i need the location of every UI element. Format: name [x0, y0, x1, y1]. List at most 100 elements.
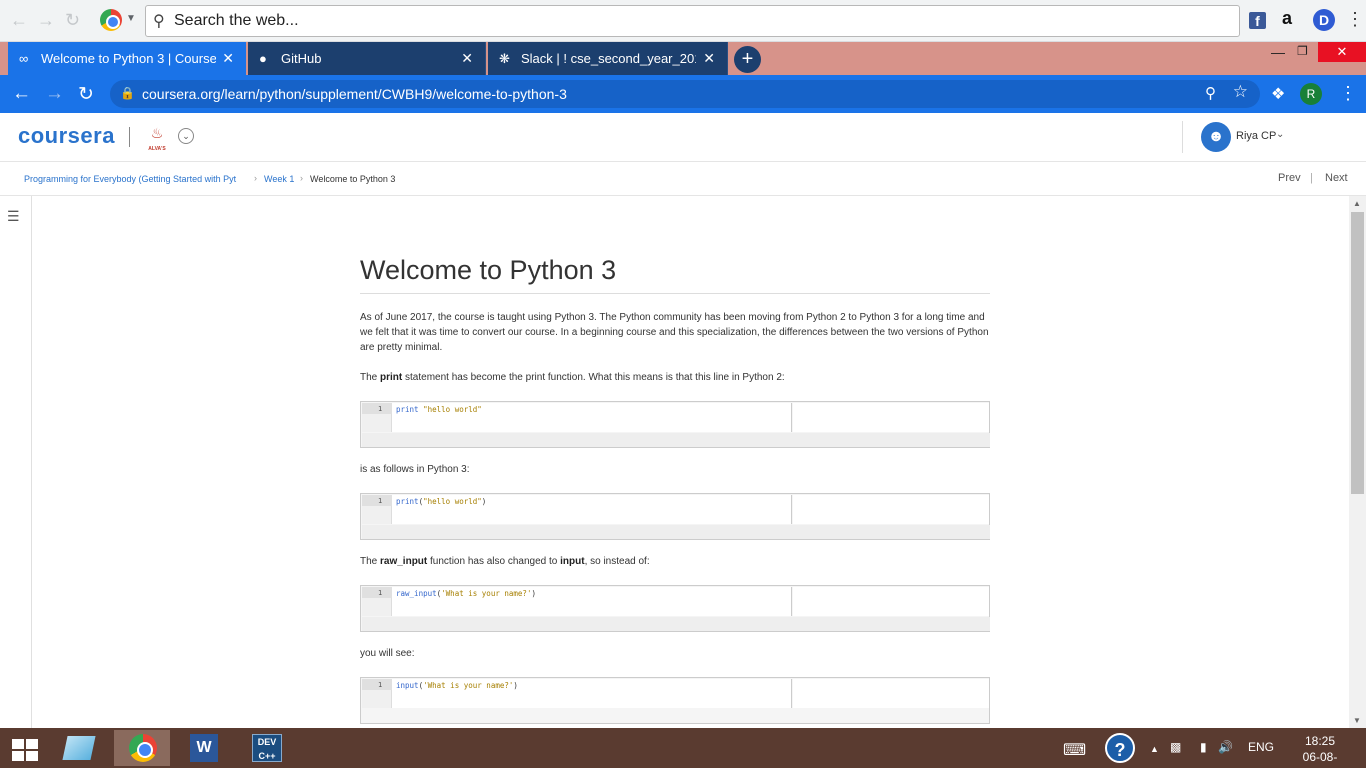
chrome-logo-icon[interactable]	[100, 9, 122, 31]
scroll-thumb[interactable]	[1351, 212, 1364, 494]
close-tab-icon[interactable]: ✕	[461, 50, 473, 67]
profile-avatar[interactable]: R	[1300, 83, 1322, 105]
tray-chevron-up-icon[interactable]: ▲	[1150, 744, 1159, 754]
keyboard-icon[interactable]: ⌨	[1063, 740, 1086, 760]
battery-icon[interactable]: ▮	[1200, 740, 1207, 754]
chrome-app-icon[interactable]	[129, 734, 157, 762]
coursera-favicon-icon: ∞	[19, 51, 29, 66]
back-arrow-icon[interactable]: ←	[12, 83, 31, 105]
amazon-icon[interactable]: a	[1282, 8, 1292, 29]
browser-menu-icon[interactable]: ⋮	[1339, 83, 1357, 104]
line-gutter: 1	[362, 403, 392, 432]
page-scrollbar[interactable]: ▲ ▼	[1349, 196, 1366, 728]
close-window-icon[interactable]: ✕	[1318, 42, 1366, 62]
code-string: "hello world"	[423, 405, 482, 414]
outline-list-icon[interactable]: ☰	[7, 208, 20, 225]
web-search-box[interactable]: ⚲	[145, 5, 1240, 37]
tab-coursera[interactable]: ∞ Welcome to Python 3 | Coursera ✕	[8, 42, 246, 75]
code-output	[793, 495, 989, 524]
chevron-down-icon[interactable]: ▼	[126, 13, 136, 24]
keyword-raw-input: raw_input	[380, 556, 428, 567]
scroll-down-icon[interactable]: ▼	[1353, 716, 1361, 725]
devcpp-app-icon[interactable]: DEV C++	[252, 734, 282, 762]
page-title: Welcome to Python 3	[360, 255, 617, 285]
code-editor[interactable]: 1 print "hello world"	[362, 403, 792, 432]
code-block-4: 1 input('What is your name?')	[360, 677, 990, 724]
notepad-app-icon[interactable]	[62, 736, 96, 760]
next-link[interactable]: Next	[1325, 172, 1348, 184]
code-paren: )	[481, 497, 487, 506]
prev-link[interactable]: Prev	[1278, 172, 1301, 184]
volume-icon[interactable]: 🔊	[1218, 740, 1233, 754]
dev-label: DEV	[257, 737, 277, 747]
code-line: input('What is your name?')	[396, 681, 518, 690]
user-name[interactable]: Riya CP	[1236, 130, 1276, 142]
minimize-icon[interactable]: —	[1271, 44, 1285, 60]
back-arrow-icon[interactable]: ←	[10, 10, 28, 31]
tab-github[interactable]: ● GitHub ✕	[248, 42, 486, 75]
reload-icon[interactable]: ↻	[78, 83, 94, 106]
code-string: 'What is your name?'	[441, 589, 532, 598]
zoom-icon[interactable]: ⚲	[1205, 84, 1216, 102]
coursera-logo[interactable]: coursera	[18, 123, 115, 149]
extensions-puzzle-icon[interactable]: ❖	[1271, 84, 1285, 104]
user-avatar-icon[interactable]: ☻	[1201, 122, 1231, 152]
extension-d-icon[interactable]: D	[1313, 9, 1335, 31]
code-string: "hello world"	[423, 497, 482, 506]
restore-window-icon[interactable]: ❐	[1297, 44, 1308, 58]
clock-date: 06-08-2020	[1302, 750, 1338, 780]
lock-icon[interactable]: 🔒	[120, 86, 135, 100]
search-toolbar: ← → ↻ ▼ ⚲ f a D ⋮	[0, 0, 1366, 42]
chevron-right-icon: ›	[254, 173, 257, 183]
tab-title: Welcome to Python 3 | Coursera	[41, 51, 216, 66]
code-footer	[362, 525, 990, 539]
code-paren: )	[513, 681, 518, 690]
forward-arrow-icon[interactable]: →	[37, 10, 55, 31]
new-tab-button[interactable]: +	[734, 46, 761, 73]
line-number: 1	[378, 681, 383, 689]
breadcrumb-course[interactable]: Programming for Everybody (Getting Start…	[24, 174, 249, 184]
breadcrumb-week[interactable]: Week 1	[264, 174, 294, 184]
code-fn: print	[396, 497, 419, 506]
scroll-up-icon[interactable]: ▲	[1353, 199, 1361, 208]
code-editor[interactable]: 1 input('What is your name?')	[362, 679, 792, 708]
url-field[interactable]: 🔒 coursera.org/learn/python/supplement/C…	[110, 80, 1260, 108]
dev-label-sub: C++	[258, 751, 276, 761]
forward-arrow-icon[interactable]: →	[45, 83, 64, 105]
code-fn: print	[396, 405, 419, 414]
web-search-input[interactable]	[172, 9, 1222, 33]
you-will-see-paragraph: you will see:	[360, 648, 415, 659]
code-editor[interactable]: 1 print("hello world")	[362, 495, 792, 524]
help-icon[interactable]: ?	[1105, 733, 1135, 763]
university-logo[interactable]: ♨ ALVA'S	[146, 125, 168, 152]
toolbar-menu-icon[interactable]: ⋮	[1346, 9, 1364, 30]
title-divider	[360, 293, 990, 294]
line-gutter: 1	[362, 679, 392, 708]
address-bar: ← → ↻ 🔒 coursera.org/learn/python/supple…	[0, 75, 1366, 113]
language-indicator[interactable]: ENG	[1248, 740, 1274, 754]
chevron-down-icon[interactable]: ⌄	[178, 128, 194, 144]
raw-input-paragraph: The raw_input function has also changed …	[360, 554, 990, 569]
code-editor[interactable]: 1 raw_input('What is your name?')	[362, 587, 792, 616]
code-output	[793, 403, 989, 432]
chevron-down-icon[interactable]: ⌄	[1276, 129, 1284, 140]
line-gutter: 1	[362, 495, 392, 524]
word-app-icon[interactable]: W	[190, 734, 218, 762]
network-icon[interactable]: ▩	[1170, 740, 1181, 754]
text-span: statement has become the print function.…	[402, 372, 785, 383]
chevron-right-icon: ›	[300, 173, 303, 183]
tab-slack[interactable]: ❋ Slack | ! cse_second_year_2019_20 ✕	[488, 42, 728, 75]
windows-start-icon[interactable]	[12, 739, 38, 761]
bookmark-star-icon[interactable]: ☆	[1233, 82, 1248, 102]
code-footer	[362, 617, 990, 631]
github-favicon-icon: ●	[259, 51, 267, 66]
reload-icon[interactable]: ↻	[65, 10, 80, 31]
print-paragraph: The print statement has become the print…	[360, 370, 990, 385]
python3-paragraph: is as follows in Python 3:	[360, 464, 470, 475]
code-fn: raw_input	[396, 589, 437, 598]
close-tab-icon[interactable]: ✕	[703, 50, 715, 67]
close-tab-icon[interactable]: ✕	[222, 50, 234, 67]
system-clock[interactable]: 18:25 06-08-2020	[1290, 733, 1350, 781]
facebook-icon[interactable]: f	[1249, 12, 1266, 29]
clock-time: 18:25	[1304, 734, 1336, 748]
